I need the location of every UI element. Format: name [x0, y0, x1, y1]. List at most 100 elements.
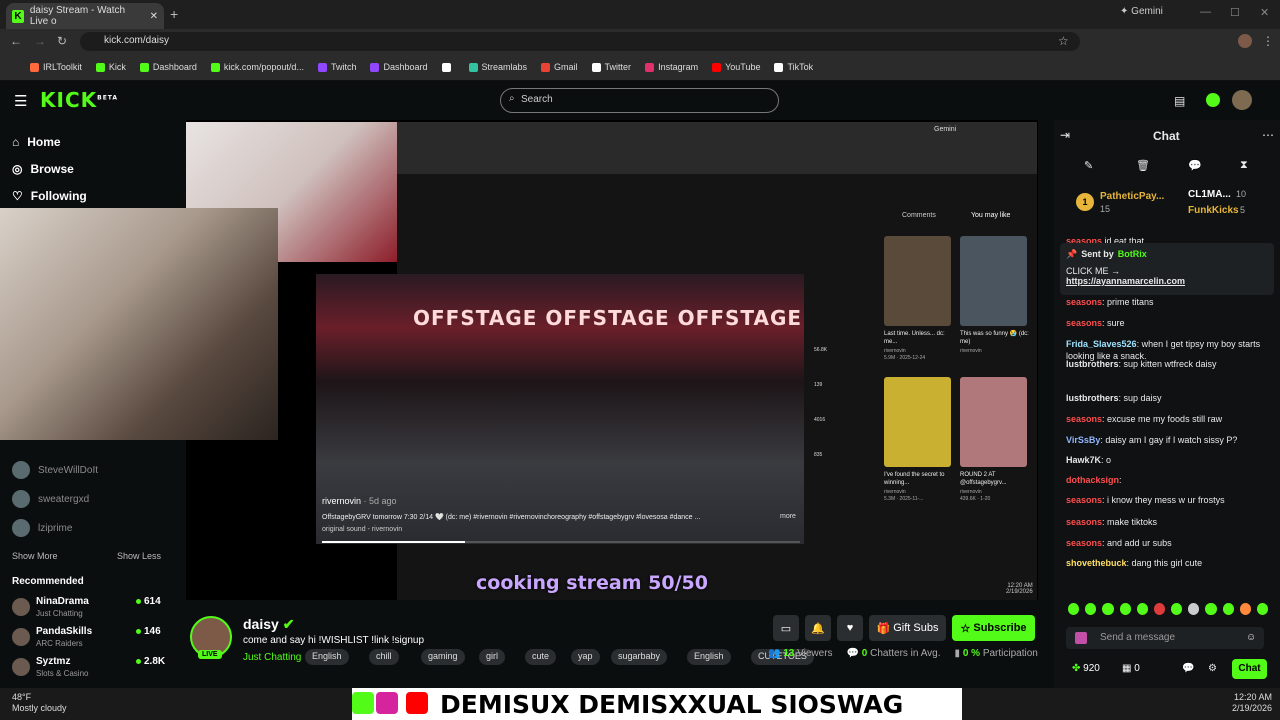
bell-icon[interactable]: 🔔 — [805, 615, 831, 641]
emote-icon[interactable] — [1085, 603, 1097, 615]
emote-icon[interactable] — [1153, 603, 1166, 615]
tab-you-may-like[interactable]: You may like — [971, 212, 1010, 219]
emote-icon[interactable] — [1222, 603, 1234, 615]
stream-tag[interactable]: English — [687, 649, 731, 665]
video-progress[interactable] — [322, 541, 800, 543]
browser-tab[interactable]: Kdaisy Stream - Watch Live o ✕ — [6, 3, 164, 29]
bookmark-item[interactable]: Twitch — [317, 62, 356, 72]
nav-following[interactable]: ♡ Following — [12, 189, 87, 203]
recommended-channel[interactable]: PandaSkills ARC Raiders 146 — [12, 626, 162, 652]
new-tab-icon[interactable]: + — [170, 6, 178, 22]
emote-icon[interactable] — [1171, 603, 1183, 615]
reload-icon[interactable]: ↻ — [57, 34, 67, 48]
chat-username[interactable]: seasons — [1066, 318, 1102, 328]
sidebar-channel[interactable]: SteveWillDoIt — [12, 461, 98, 479]
leader-3-name[interactable]: FunkKicks — [1188, 205, 1239, 216]
emote-icon[interactable] — [1188, 603, 1200, 615]
chat-username[interactable]: seasons — [1066, 495, 1102, 505]
sidebar-channel[interactable]: lziprime — [12, 519, 72, 537]
chat-input[interactable]: Send a message — [1066, 627, 1264, 649]
bookmark-item[interactable]: YouTube — [712, 62, 760, 72]
gift-subs-button[interactable]: 🎁 Gift Subs — [869, 615, 946, 641]
bookmark-item[interactable]: Twitter — [591, 62, 631, 72]
kick-logo[interactable]: KICKBETA — [40, 88, 118, 112]
bookmark-item[interactable] — [441, 62, 455, 72]
stream-tag[interactable]: cute — [525, 649, 557, 665]
leader-1-name[interactable]: PatheticPay... — [1100, 191, 1164, 202]
show-more-button[interactable]: Show More — [12, 551, 58, 561]
emote-icon[interactable] — [1136, 603, 1148, 615]
bookmark-item[interactable]: Streamlabs — [468, 62, 527, 72]
stream-tag[interactable]: girl — [479, 649, 506, 665]
pinned-message[interactable]: 📌 Sent by BotRix CLICK ME → https://ayanna… — [1060, 243, 1274, 295]
profile-avatar[interactable] — [1238, 34, 1252, 48]
chat-menu-icon[interactable]: ⋯ — [1262, 128, 1274, 142]
stream-tag[interactable]: English — [305, 649, 349, 665]
emote-icon[interactable] — [1068, 603, 1080, 615]
streamer-name[interactable]: daisy ✔ — [243, 616, 294, 633]
close-window-icon[interactable]: ✕ — [1260, 6, 1269, 19]
chat-username[interactable]: lustbrothers — [1066, 359, 1119, 369]
nav-home[interactable]: ⌂ Home — [12, 135, 61, 149]
emote-icon[interactable] — [1239, 603, 1251, 615]
maximize-icon[interactable]: ☐ — [1230, 6, 1240, 19]
minimize-icon[interactable]: — — [1200, 6, 1211, 18]
emote-bar[interactable] — [1068, 603, 1269, 617]
stream-tag[interactable]: yap — [571, 649, 600, 665]
leader-2-name[interactable]: CL1MA... — [1188, 189, 1231, 200]
emoji-icon[interactable]: ☺ — [1246, 632, 1256, 643]
chat-username[interactable]: seasons — [1066, 517, 1102, 527]
nav-browse[interactable]: ◎ Browse — [12, 162, 74, 176]
store-display[interactable]: ▦ 0 — [1122, 663, 1140, 674]
chat-username[interactable]: seasons — [1066, 414, 1102, 424]
kick-coin-icon[interactable] — [1206, 93, 1220, 107]
search-input[interactable]: ⌕ Search — [500, 88, 779, 113]
chat-username[interactable]: shovethebuck — [1066, 558, 1127, 568]
chat-username[interactable]: VirSsBy — [1066, 435, 1100, 445]
bookmark-item[interactable]: IRLToolkit — [30, 62, 82, 72]
collapse-chat-icon[interactable]: ⇥ — [1060, 128, 1070, 142]
hamburger-menu-icon[interactable]: ☰ — [14, 92, 27, 110]
back-icon[interactable]: ← — [10, 34, 22, 48]
chat-users-icon[interactable]: 💬 — [1182, 663, 1194, 674]
stream-tag[interactable]: chill — [369, 649, 399, 665]
pinned-link[interactable]: https://ayannamarcelin.com — [1066, 276, 1268, 286]
forward-icon[interactable]: → — [34, 34, 46, 48]
system-clock[interactable]: 12:20 AM 2/19/2026 — [1232, 692, 1272, 714]
subscribe-button[interactable]: ☆ Subscribe — [952, 615, 1035, 641]
video-thumbnail[interactable] — [884, 236, 951, 326]
close-tab-icon[interactable]: ✕ — [150, 11, 158, 22]
video-thumbnail[interactable] — [884, 377, 951, 467]
address-bar[interactable]: kick.com/daisy — [80, 32, 1080, 51]
bookmark-star-icon[interactable]: ☆ — [1058, 34, 1069, 48]
stream-tag[interactable]: gaming — [421, 649, 465, 665]
video-thumbnail[interactable] — [960, 377, 1027, 467]
chat-username[interactable]: Hawk7K — [1066, 455, 1101, 465]
show-less-button[interactable]: Show Less — [117, 551, 161, 561]
emote-icon[interactable] — [1102, 603, 1114, 615]
bookmark-item[interactable]: Instagram — [645, 62, 698, 72]
chat-username[interactable]: lustbrothers — [1066, 393, 1119, 403]
bookmark-item[interactable]: kick.com/popout/d... — [210, 62, 304, 72]
follow-heart-icon[interactable]: ♥ — [837, 615, 863, 641]
chat-username[interactable]: seasons — [1066, 297, 1102, 307]
trash-icon[interactable]: 🗑 — [1136, 159, 1150, 172]
chat-bubble-icon[interactable]: 💬 — [1188, 159, 1202, 172]
emote-icon[interactable] — [1205, 603, 1217, 615]
sidebar-channel[interactable]: sweatergxd — [12, 490, 89, 508]
video-thumbnail[interactable] — [960, 236, 1027, 326]
gemini-button[interactable]: ✦ Gemini — [1120, 6, 1163, 17]
bookmark-item[interactable]: Gmail — [541, 62, 578, 72]
pin-icon[interactable]: ✎ — [1084, 159, 1093, 172]
menu-icon[interactable]: ⋮ — [1262, 34, 1274, 48]
emote-icon[interactable] — [1119, 603, 1131, 615]
chat-settings-icon[interactable]: ⚙ — [1208, 663, 1217, 674]
user-avatar[interactable] — [1232, 90, 1252, 110]
chat-username[interactable]: dothacksign — [1066, 475, 1119, 485]
tab-comments[interactable]: Comments — [902, 212, 936, 219]
weather-widget[interactable]: 48°F Mostly cloudy — [12, 692, 67, 714]
rewards-icon[interactable]: ▤ — [1174, 94, 1185, 108]
stream-category[interactable]: Just Chatting — [243, 652, 301, 663]
theater-mode-icon[interactable]: ▭ — [773, 615, 799, 641]
recommended-channel[interactable]: NinaDrama Just Chatting 614 — [12, 596, 162, 622]
